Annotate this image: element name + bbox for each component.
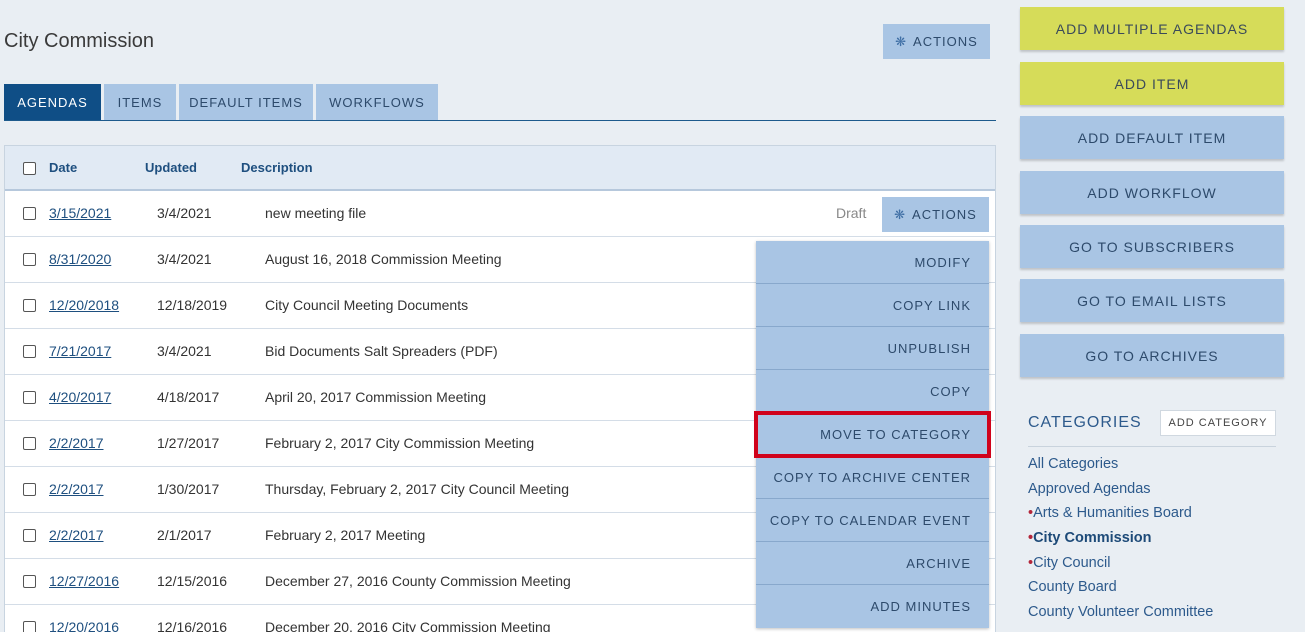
category-item[interactable]: County Volunteer Committee — [1028, 604, 1213, 629]
header-description[interactable]: Description — [241, 160, 313, 175]
table-row: 3/15/2021 3/4/2021 new meeting file Draf… — [5, 191, 995, 237]
row-actions-button[interactable]: ❋ ACTIONS — [882, 197, 989, 232]
row-updated: 1/30/2017 — [157, 481, 220, 497]
actions-label: ACTIONS — [912, 207, 977, 222]
header-updated[interactable]: Updated — [145, 160, 197, 175]
tab-agendas[interactable]: AGENDAS — [4, 84, 101, 120]
menu-item-add-minutes[interactable]: ADD MINUTES — [756, 585, 989, 628]
category-list: All Categories Approved Agendas Arts & H… — [1028, 456, 1213, 629]
add-multiple-agendas-button[interactable]: ADD MULTIPLE AGENDAS — [1020, 7, 1284, 50]
category-item[interactable]: Arts & Humanities Board — [1028, 505, 1213, 530]
categories-divider — [1028, 446, 1276, 447]
gear-icon: ❋ — [894, 206, 907, 222]
category-item[interactable]: City Council — [1028, 555, 1213, 580]
row-description: February 2, 2017 Meeting — [265, 527, 426, 543]
tab-default-items[interactable]: DEFAULT ITEMS — [179, 84, 313, 120]
row-checkbox[interactable] — [23, 437, 36, 450]
gear-icon: ❋ — [895, 33, 908, 49]
header-date[interactable]: Date — [49, 160, 77, 175]
row-date-link[interactable]: 3/15/2021 — [49, 205, 111, 221]
row-checkbox[interactable] — [23, 529, 36, 542]
category-item[interactable]: County Board — [1028, 579, 1213, 604]
row-description: Bid Documents Salt Spreaders (PDF) — [265, 343, 498, 359]
row-description: Thursday, February 2, 2017 City Council … — [265, 481, 569, 497]
categories-heading: CATEGORIES — [1028, 414, 1142, 431]
row-date-link[interactable]: 2/2/2017 — [49, 481, 104, 497]
row-date-link[interactable]: 7/21/2017 — [49, 343, 111, 359]
row-date-link[interactable]: 2/2/2017 — [49, 527, 104, 543]
category-item[interactable]: Approved Agendas — [1028, 481, 1213, 506]
row-updated: 2/1/2017 — [157, 527, 212, 543]
category-item[interactable]: All Categories — [1028, 456, 1213, 481]
row-updated: 12/15/2016 — [157, 573, 228, 589]
page-title: City Commission — [4, 30, 155, 52]
tabs-divider — [4, 120, 996, 121]
menu-item-unpublish[interactable]: UNPUBLISH — [756, 327, 989, 370]
add-category-button[interactable]: ADD CATEGORY — [1160, 410, 1276, 436]
go-to-subscribers-button[interactable]: GO TO SUBSCRIBERS — [1020, 225, 1284, 268]
menu-item-copy-link[interactable]: COPY LINK — [756, 284, 989, 327]
row-description: December 20, 2016 City Commission Meetin… — [265, 619, 551, 632]
add-item-button[interactable]: ADD ITEM — [1020, 62, 1284, 105]
go-to-archives-button[interactable]: GO TO ARCHIVES — [1020, 334, 1284, 377]
row-updated: 3/4/2021 — [157, 251, 212, 267]
page-actions-button[interactable]: ❋ ACTIONS — [883, 24, 990, 59]
row-checkbox[interactable] — [23, 253, 36, 266]
row-checkbox[interactable] — [23, 299, 36, 312]
row-description: new meeting file — [265, 205, 367, 221]
go-to-email-lists-button[interactable]: GO TO EMAIL LISTS — [1020, 279, 1284, 322]
row-description: August 16, 2018 Commission Meeting — [265, 251, 502, 267]
tab-bar: AGENDAS ITEMS DEFAULT ITEMS WORKFLOWS — [4, 84, 438, 120]
tab-items[interactable]: ITEMS — [104, 84, 176, 120]
tab-workflows[interactable]: WORKFLOWS — [316, 84, 438, 120]
row-checkbox[interactable] — [23, 621, 36, 632]
row-description: February 2, 2017 City Commission Meeting — [265, 435, 535, 451]
row-updated: 4/18/2017 — [157, 389, 220, 405]
row-updated: 3/4/2021 — [157, 343, 212, 359]
row-description: December 27, 2016 County Commission Meet… — [265, 573, 571, 589]
menu-item-move-to-category[interactable]: MOVE TO CATEGORY — [754, 411, 991, 458]
actions-label: ACTIONS — [913, 34, 978, 49]
menu-item-copy[interactable]: COPY — [756, 370, 989, 413]
menu-item-modify[interactable]: MODIFY — [756, 241, 989, 284]
row-updated: 1/27/2017 — [157, 435, 220, 451]
table-header: Date Updated Description — [5, 146, 995, 191]
actions-dropdown-menu: MODIFY COPY LINK UNPUBLISH COPY MOVE TO … — [754, 241, 991, 628]
row-description: City Council Meeting Documents — [265, 297, 469, 313]
row-date-link[interactable]: 12/20/2016 — [49, 619, 119, 632]
row-description: April 20, 2017 Commission Meeting — [265, 389, 486, 405]
row-updated: 12/18/2019 — [157, 297, 228, 313]
row-updated: 3/4/2021 — [157, 205, 212, 221]
menu-item-copy-to-archive-center[interactable]: COPY TO ARCHIVE CENTER — [756, 456, 989, 499]
row-date-link[interactable]: 8/31/2020 — [49, 251, 111, 267]
row-checkbox[interactable] — [23, 483, 36, 496]
menu-item-copy-to-calendar-event[interactable]: COPY TO CALENDAR EVENT — [756, 499, 989, 542]
category-item-active[interactable]: City Commission — [1028, 530, 1213, 555]
select-all-checkbox[interactable] — [23, 162, 36, 175]
row-checkbox[interactable] — [23, 207, 36, 220]
row-checkbox[interactable] — [23, 391, 36, 404]
row-date-link[interactable]: 2/2/2017 — [49, 435, 104, 451]
row-updated: 12/16/2016 — [157, 619, 228, 632]
add-default-item-button[interactable]: ADD DEFAULT ITEM — [1020, 116, 1284, 159]
row-status: Draft — [836, 205, 867, 221]
row-date-link[interactable]: 12/27/2016 — [49, 573, 119, 589]
menu-item-archive[interactable]: ARCHIVE — [756, 542, 989, 585]
row-checkbox[interactable] — [23, 345, 36, 358]
row-date-link[interactable]: 4/20/2017 — [49, 389, 111, 405]
add-workflow-button[interactable]: ADD WORKFLOW — [1020, 171, 1284, 214]
row-date-link[interactable]: 12/20/2018 — [49, 297, 119, 313]
row-checkbox[interactable] — [23, 575, 36, 588]
